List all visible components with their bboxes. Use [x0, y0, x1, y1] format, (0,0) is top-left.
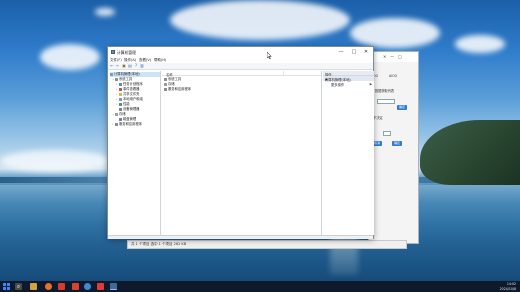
shared-folder-icon [119, 92, 122, 96]
properties-icon[interactable]: ▤ [128, 64, 132, 68]
wallpaper-cloud [95, 8, 115, 16]
collapse-icon[interactable]: ▲ [325, 77, 372, 81]
menu-action[interactable]: 操作(A) [124, 58, 136, 63]
tree-item-system-tools[interactable]: ⌄ 系统工具 [112, 77, 132, 82]
background-status-bar: 共 1 个项目 选中 1 个项目 262 KB [127, 240, 407, 249]
services-icon [164, 87, 167, 91]
performance-icon [119, 102, 122, 106]
computer-icon [110, 72, 113, 76]
background-input[interactable] [377, 99, 395, 104]
storage-icon [164, 82, 167, 86]
background-confirm-button[interactable]: 确定 [397, 105, 407, 110]
search-icon[interactable]: ⌕ [15, 283, 22, 290]
column-divider[interactable] [283, 71, 284, 76]
background-window-max-hint: □ [398, 54, 402, 59]
tree-item-shared-folders[interactable]: › 共享文件夹 [116, 92, 139, 97]
computer-management-taskbar-icon[interactable] [110, 283, 117, 290]
help-icon[interactable]: ? [134, 64, 138, 68]
close-button[interactable]: ✕ [360, 48, 372, 56]
tree-item-services-applications[interactable]: › 服务和应用程序 [112, 122, 142, 127]
browser-icon[interactable] [84, 283, 91, 290]
services-icon [115, 122, 118, 126]
background-window[interactable]: ✕ — □ AIOO AIOO 数据获取列表 确定 暂不决定 取消 确定 [368, 51, 419, 244]
actions-section[interactable]: 计算机管理(本地) ▲ [323, 76, 374, 82]
wallpaper-rock [420, 120, 520, 185]
menu-file[interactable]: 文件(F) [110, 58, 122, 63]
mouse-cursor-icon [267, 52, 272, 59]
storage-icon [115, 112, 118, 116]
status-bar [108, 235, 373, 239]
file-explorer-icon[interactable] [30, 283, 37, 290]
maximize-button[interactable]: □ [348, 48, 360, 56]
tree-item-device-manager[interactable]: 设备管理器 [116, 107, 139, 112]
wallpaper-cloud [455, 35, 505, 53]
up-icon[interactable]: ▣ [122, 64, 126, 68]
tree-item-performance[interactable]: › 性能 [116, 102, 130, 107]
event-viewer-icon [119, 87, 122, 91]
device-manager-icon [119, 107, 122, 111]
app-icon-red[interactable] [58, 283, 65, 290]
wallpaper-cloud [0, 150, 110, 172]
firefox-icon[interactable] [45, 283, 52, 290]
menu-view[interactable]: 查看(V) [139, 58, 151, 63]
menu-help[interactable]: 帮助(H) [154, 58, 166, 63]
toolbar: ← → ▣ ▤ ? ▥ [108, 63, 373, 70]
background-tab-2[interactable]: AIOO [389, 74, 397, 78]
tools-icon [115, 77, 118, 81]
tree-item-task-scheduler[interactable]: › 任务计划程序 [116, 82, 143, 87]
column-header[interactable]: 名称 [162, 71, 321, 77]
computer-management-icon [111, 50, 115, 54]
actions-pane: 操作 计算机管理(本地) ▲ 更多操作 ▶ [323, 71, 374, 235]
background-window-close-hint: ✕ [383, 54, 387, 59]
background-input[interactable] [383, 131, 391, 136]
titlebar[interactable]: 计算机管理 — □ ✕ [108, 47, 373, 57]
computer-management-window[interactable]: 计算机管理 — □ ✕ 文件(F) 操作(A) 查看(V) 帮助(H) ← → … [107, 46, 374, 239]
content-list[interactable]: 名称 系统工具 存储 服务和应用程序 [162, 71, 322, 235]
forward-icon[interactable]: → [115, 64, 119, 68]
tools-icon [164, 77, 167, 81]
wallpaper-cloud [40, 44, 100, 70]
minimize-button[interactable]: — [335, 48, 347, 56]
background-row-text: 数据获取列表 [375, 89, 395, 93]
tree-item-local-users-groups[interactable]: › 本地用户和组 [116, 97, 143, 102]
tree-item-storage[interactable]: ⌄ 存储 [112, 112, 126, 117]
tree-item-disk-management[interactable]: 磁盘管理 [116, 117, 136, 122]
back-icon[interactable]: ← [110, 64, 114, 68]
more-actions[interactable]: 更多操作 [331, 82, 344, 87]
wallpaper-cloud [170, 0, 350, 40]
submenu-arrow-icon: ▶ [369, 82, 372, 86]
start-icon[interactable] [3, 283, 10, 290]
column-name[interactable]: 名称 [166, 72, 173, 77]
taskbar: ⌕ 14:02 2024/10/8 [0, 281, 520, 292]
wallpaper-cloud [350, 18, 440, 48]
app-icon-pinned[interactable] [97, 283, 104, 290]
tree-item-computer-management-local[interactable]: 计算机管理(本地) [110, 72, 160, 77]
clock-date[interactable]: 2024/10/8 [500, 287, 516, 291]
show-hide-icon[interactable]: ▥ [140, 64, 144, 68]
background-window-titlebar[interactable]: ✕ — □ [369, 52, 418, 62]
task-scheduler-icon [119, 82, 122, 86]
clock-time[interactable]: 14:02 [507, 282, 516, 286]
disk-icon [119, 117, 122, 121]
window-title: 计算机管理 [117, 49, 136, 55]
app-icon-orange[interactable] [72, 283, 79, 290]
list-item[interactable]: 服务和应用程序 [164, 87, 191, 92]
background-ok-button[interactable]: 确定 [392, 141, 402, 146]
tree-item-event-viewer[interactable]: › 事件查看器 [116, 87, 139, 92]
users-icon [119, 97, 122, 101]
background-window-min-hint: — [390, 54, 394, 59]
navigation-tree[interactable]: 计算机管理(本地) ⌄ 系统工具 › 任务计划程序 › 事件查看器 › 共享文件夹 › 本… [109, 71, 161, 235]
